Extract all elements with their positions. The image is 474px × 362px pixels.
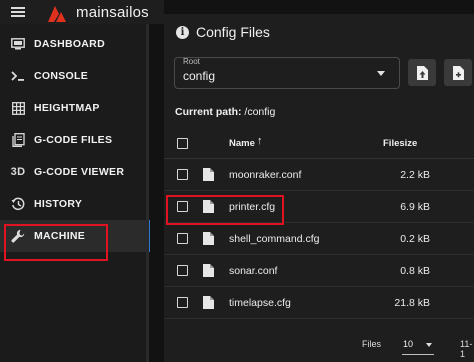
select-underline bbox=[402, 354, 434, 355]
file-size: 2.2 kB bbox=[400, 169, 430, 181]
row-checkbox[interactable] bbox=[177, 201, 188, 212]
menu-button[interactable] bbox=[0, 0, 36, 24]
file-size: 0.8 kB bbox=[400, 265, 430, 277]
sidebar-item-heightmap[interactable]: HEIGHTMAP bbox=[0, 92, 148, 124]
current-path-label: Current path: bbox=[175, 106, 242, 118]
upload-file-button[interactable] bbox=[408, 59, 436, 86]
mainsail-logo bbox=[48, 6, 66, 22]
arrow-up-icon[interactable]: ↑ bbox=[257, 135, 263, 147]
file-plus-icon bbox=[453, 65, 464, 80]
table-row[interactable]: sonar.conf 0.8 kB bbox=[164, 255, 474, 287]
file-icon bbox=[203, 200, 214, 213]
file-icon bbox=[203, 168, 214, 181]
table-header: Name ↑ Filesize bbox=[164, 128, 474, 159]
current-path: Current path: /config bbox=[175, 106, 275, 118]
app-bar: mainsailos bbox=[0, 0, 164, 24]
sidebar-item-gcode-files[interactable]: G-CODE FILES bbox=[0, 124, 148, 156]
page-title: Config Files bbox=[196, 24, 270, 40]
select-all-checkbox[interactable] bbox=[177, 138, 188, 149]
console-icon bbox=[8, 68, 28, 84]
info-icon: i bbox=[176, 25, 189, 39]
sidebar-item-dashboard[interactable]: DASHBOARD bbox=[0, 28, 148, 60]
root-select[interactable]: Root config bbox=[174, 57, 400, 89]
current-path-value: /config bbox=[244, 106, 276, 118]
file-size: 21.8 kB bbox=[394, 297, 430, 309]
file-icon bbox=[203, 232, 214, 245]
sidebar-item-gcode-viewer[interactable]: 3D G-CODE VIEWER bbox=[0, 156, 148, 188]
file-icon bbox=[203, 264, 214, 277]
table-footer: Files 10 11-1 bbox=[164, 330, 474, 362]
chevron-down-icon bbox=[426, 343, 432, 347]
file-name: sonar.conf bbox=[229, 265, 278, 277]
row-checkbox[interactable] bbox=[177, 265, 188, 276]
sidebar-item-label: G-CODE FILES bbox=[34, 134, 113, 146]
sidebar: DASHBOARD CONSOLE HEIGHTMAP G-CODE FILES… bbox=[0, 24, 150, 362]
sidebar-item-machine[interactable]: MACHINE bbox=[0, 220, 150, 252]
files-icon bbox=[8, 132, 28, 148]
row-checkbox[interactable] bbox=[177, 233, 188, 244]
sidebar-scrollbar[interactable] bbox=[146, 24, 149, 362]
file-upload-icon bbox=[417, 65, 428, 80]
root-select-value: config bbox=[183, 69, 216, 83]
column-header-filesize[interactable]: Filesize bbox=[383, 138, 417, 149]
table-row[interactable]: moonraker.conf 2.2 kB bbox=[164, 159, 474, 191]
history-icon bbox=[8, 196, 28, 212]
file-size: 6.9 kB bbox=[400, 201, 430, 213]
sidebar-item-label: G-CODE VIEWER bbox=[34, 166, 125, 178]
hamburger-icon bbox=[11, 11, 25, 13]
sidebar-item-label: HEIGHTMAP bbox=[34, 102, 100, 114]
files-per-page-select[interactable]: 10 bbox=[403, 339, 413, 349]
table-row[interactable]: printer.cfg 6.9 kB bbox=[164, 191, 474, 223]
grid-icon bbox=[8, 100, 28, 116]
dashboard-icon bbox=[8, 36, 28, 52]
sidebar-item-label: CONSOLE bbox=[34, 70, 89, 82]
new-file-button[interactable] bbox=[444, 59, 472, 86]
chevron-down-icon bbox=[377, 71, 385, 76]
table-row[interactable]: shell_command.cfg 0.2 kB bbox=[164, 223, 474, 255]
file-name: timelapse.cfg bbox=[229, 297, 291, 309]
file-name: printer.cfg bbox=[229, 201, 276, 213]
file-size: 0.2 kB bbox=[400, 233, 430, 245]
file-name: moonraker.conf bbox=[229, 169, 302, 181]
file-icon bbox=[203, 296, 214, 309]
pagination-range: 11-1 bbox=[460, 339, 473, 359]
row-checkbox[interactable] bbox=[177, 297, 188, 308]
root-select-label: Root bbox=[183, 57, 200, 66]
wrench-icon bbox=[8, 228, 28, 244]
brand-name: mainsailos bbox=[76, 3, 149, 21]
card-header: i Config Files bbox=[176, 24, 270, 40]
row-checkbox[interactable] bbox=[177, 169, 188, 180]
sidebar-item-console[interactable]: CONSOLE bbox=[0, 60, 148, 92]
column-header-name[interactable]: Name bbox=[229, 138, 255, 149]
file-name: shell_command.cfg bbox=[229, 233, 320, 245]
files-per-page-label: Files bbox=[362, 339, 382, 349]
table-row[interactable]: timelapse.cfg 21.8 kB bbox=[164, 287, 474, 319]
3d-icon: 3D bbox=[10, 166, 26, 178]
sidebar-item-label: DASHBOARD bbox=[34, 38, 105, 50]
sidebar-item-label: MACHINE bbox=[34, 230, 86, 242]
sidebar-item-history[interactable]: HISTORY bbox=[0, 188, 148, 220]
sidebar-item-label: HISTORY bbox=[34, 198, 83, 210]
